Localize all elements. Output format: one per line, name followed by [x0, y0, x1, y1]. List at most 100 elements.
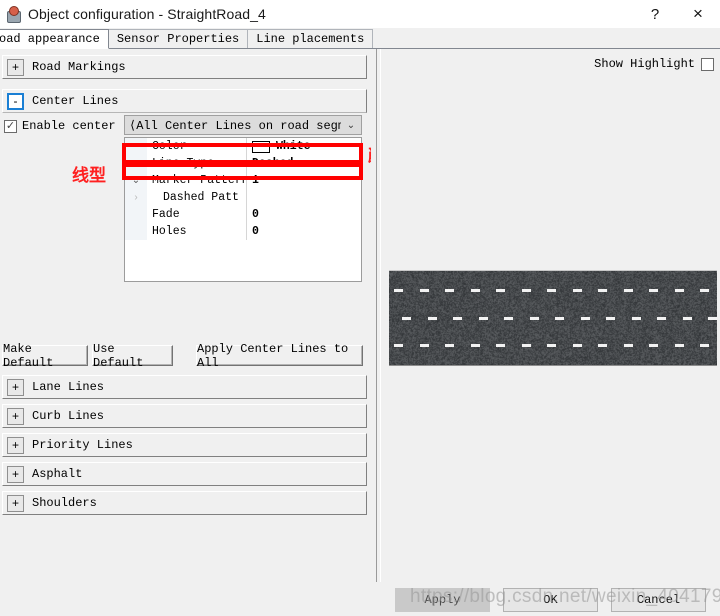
- road-dash-mark: [522, 344, 531, 347]
- property-value-text[interactable]: 0: [247, 206, 361, 223]
- road-dash-mark: [573, 289, 582, 292]
- property-name: Color: [147, 138, 247, 155]
- road-dash-mark: [573, 344, 582, 347]
- group-asphalt[interactable]: + Asphalt: [2, 462, 367, 486]
- app-icon: [4, 5, 22, 23]
- close-icon[interactable]: ×: [676, 0, 720, 28]
- row-twisty-cell: [125, 155, 147, 172]
- road-dash-mark: [394, 289, 403, 292]
- table-row[interactable]: ⌄ Marker Pattern 1: [125, 172, 361, 189]
- road-dash-mark: [708, 317, 717, 320]
- road-dash-mark: [649, 289, 658, 292]
- dialog-button-bar: Apply OK Cancel: [381, 582, 720, 616]
- group-label-asphalt: Asphalt: [32, 467, 82, 481]
- apply-button[interactable]: Apply: [395, 588, 490, 612]
- group-lane-lines[interactable]: + Lane Lines: [2, 375, 367, 399]
- table-row[interactable]: Color White: [125, 138, 361, 155]
- property-name: Line Type: [147, 155, 247, 172]
- chevron-right-icon[interactable]: ›: [134, 193, 137, 203]
- property-value-color[interactable]: White: [247, 138, 361, 155]
- window-controls: ? ×: [634, 0, 720, 28]
- center-lines-selector[interactable]: ⟨All Center Lines on road segment⟩ ⌄: [124, 115, 362, 135]
- chevron-down-icon[interactable]: ⌄: [341, 120, 361, 131]
- color-swatch[interactable]: [252, 141, 270, 153]
- expand-icon-shoulders[interactable]: +: [7, 495, 24, 512]
- tab-strip: oad appearance Sensor Properties Line pl…: [0, 28, 720, 49]
- center-lines-property-grid[interactable]: Color White Line Type Dashed ⌄ Marker Pa…: [124, 137, 362, 282]
- apply-center-lines-to-all-button[interactable]: Apply Center Lines to All: [196, 345, 363, 366]
- road-dash-mark: [402, 317, 411, 320]
- group-label-shoulders: Shoulders: [32, 496, 97, 510]
- road-dash-mark: [675, 344, 684, 347]
- expand-icon-curb-lines[interactable]: +: [7, 408, 24, 425]
- make-default-button[interactable]: Make Default: [2, 345, 88, 366]
- show-highlight-checkbox[interactable]: [701, 58, 714, 71]
- enable-center-checkbox[interactable]: ✓: [4, 120, 17, 133]
- row-twisty-cell[interactable]: ⌄: [125, 172, 147, 189]
- road-dash-mark: [675, 289, 684, 292]
- annotation-label-line-type: 线型: [72, 161, 106, 186]
- property-value-text[interactable]: Dashed: [247, 155, 361, 172]
- collapsed-groups-list: + Lane Lines + Curb Lines + Priority Lin…: [0, 373, 371, 515]
- road-dash-mark: [700, 344, 709, 347]
- road-dash-mark: [445, 344, 454, 347]
- road-dash-mark: [547, 289, 556, 292]
- road-dash-mark: [504, 317, 513, 320]
- group-label-priority-lines: Priority Lines: [32, 438, 133, 452]
- road-dash-mark: [479, 317, 488, 320]
- road-dash-mark: [547, 344, 556, 347]
- property-name: Fade: [147, 206, 247, 223]
- group-shoulders[interactable]: + Shoulders: [2, 491, 367, 515]
- group-curb-lines[interactable]: + Curb Lines: [2, 404, 367, 428]
- expand-icon-lane-lines[interactable]: +: [7, 379, 24, 396]
- road-dash-mark: [428, 317, 437, 320]
- dialog-body: + Road Markings - Center Lines ✓ Enable …: [0, 49, 720, 616]
- tab-line-placements[interactable]: Line placements: [247, 29, 373, 48]
- preview-pane: Show Highlight: [381, 49, 720, 582]
- show-highlight-label: Show Highlight: [594, 57, 695, 71]
- center-lines-header[interactable]: - Center Lines: [2, 89, 367, 113]
- chevron-down-icon[interactable]: ⌄: [132, 176, 140, 186]
- road-dash-mark: [683, 317, 692, 320]
- table-row[interactable]: Fade 0: [125, 206, 361, 223]
- help-button[interactable]: ?: [634, 0, 676, 28]
- road-dash-mark: [445, 289, 454, 292]
- table-row[interactable]: › Dashed Patt: [125, 189, 361, 206]
- road-dash-mark: [420, 289, 429, 292]
- row-twisty-cell: [125, 223, 147, 240]
- expand-icon-road-markings[interactable]: +: [7, 59, 24, 76]
- group-priority-lines[interactable]: + Priority Lines: [2, 433, 367, 457]
- group-label-curb-lines: Curb Lines: [32, 409, 104, 423]
- road-dash-mark: [453, 317, 462, 320]
- property-value-text[interactable]: 0: [247, 223, 361, 240]
- road-dash-mark: [624, 344, 633, 347]
- property-name: Marker Pattern: [147, 172, 247, 189]
- property-name: Holes: [147, 223, 247, 240]
- ok-button[interactable]: OK: [503, 588, 598, 612]
- window-title: Object configuration - StraightRoad_4: [28, 6, 266, 22]
- table-row[interactable]: Holes 0: [125, 223, 361, 240]
- enable-center-label: Enable center: [22, 119, 116, 133]
- row-twisty-cell: [125, 206, 147, 223]
- expand-icon-priority-lines[interactable]: +: [7, 437, 24, 454]
- road-dash-mark: [606, 317, 615, 320]
- property-value-text[interactable]: [247, 189, 361, 206]
- road-dash-mark: [471, 289, 480, 292]
- road-dash-mark: [496, 344, 505, 347]
- center-lines-selector-value: ⟨All Center Lines on road segment⟩: [125, 118, 341, 133]
- table-row[interactable]: Line Type Dashed: [125, 155, 361, 172]
- property-name: Dashed Patt: [147, 189, 247, 206]
- collapse-icon-center-lines[interactable]: -: [7, 93, 24, 110]
- road-dash-mark: [632, 317, 641, 320]
- checkmark-icon: ✓: [6, 122, 15, 131]
- tab-sensor-properties[interactable]: Sensor Properties: [108, 29, 248, 48]
- tab-road-appearance[interactable]: oad appearance: [0, 29, 109, 49]
- road-dash-mark: [700, 289, 709, 292]
- property-value-text[interactable]: 1: [247, 172, 361, 189]
- cancel-button[interactable]: Cancel: [611, 588, 706, 612]
- group-road-markings[interactable]: + Road Markings: [2, 55, 367, 79]
- expand-icon-asphalt[interactable]: +: [7, 466, 24, 483]
- use-default-button[interactable]: Use Default: [92, 345, 173, 366]
- row-twisty-cell[interactable]: ›: [125, 189, 147, 206]
- road-dash-mark: [649, 344, 658, 347]
